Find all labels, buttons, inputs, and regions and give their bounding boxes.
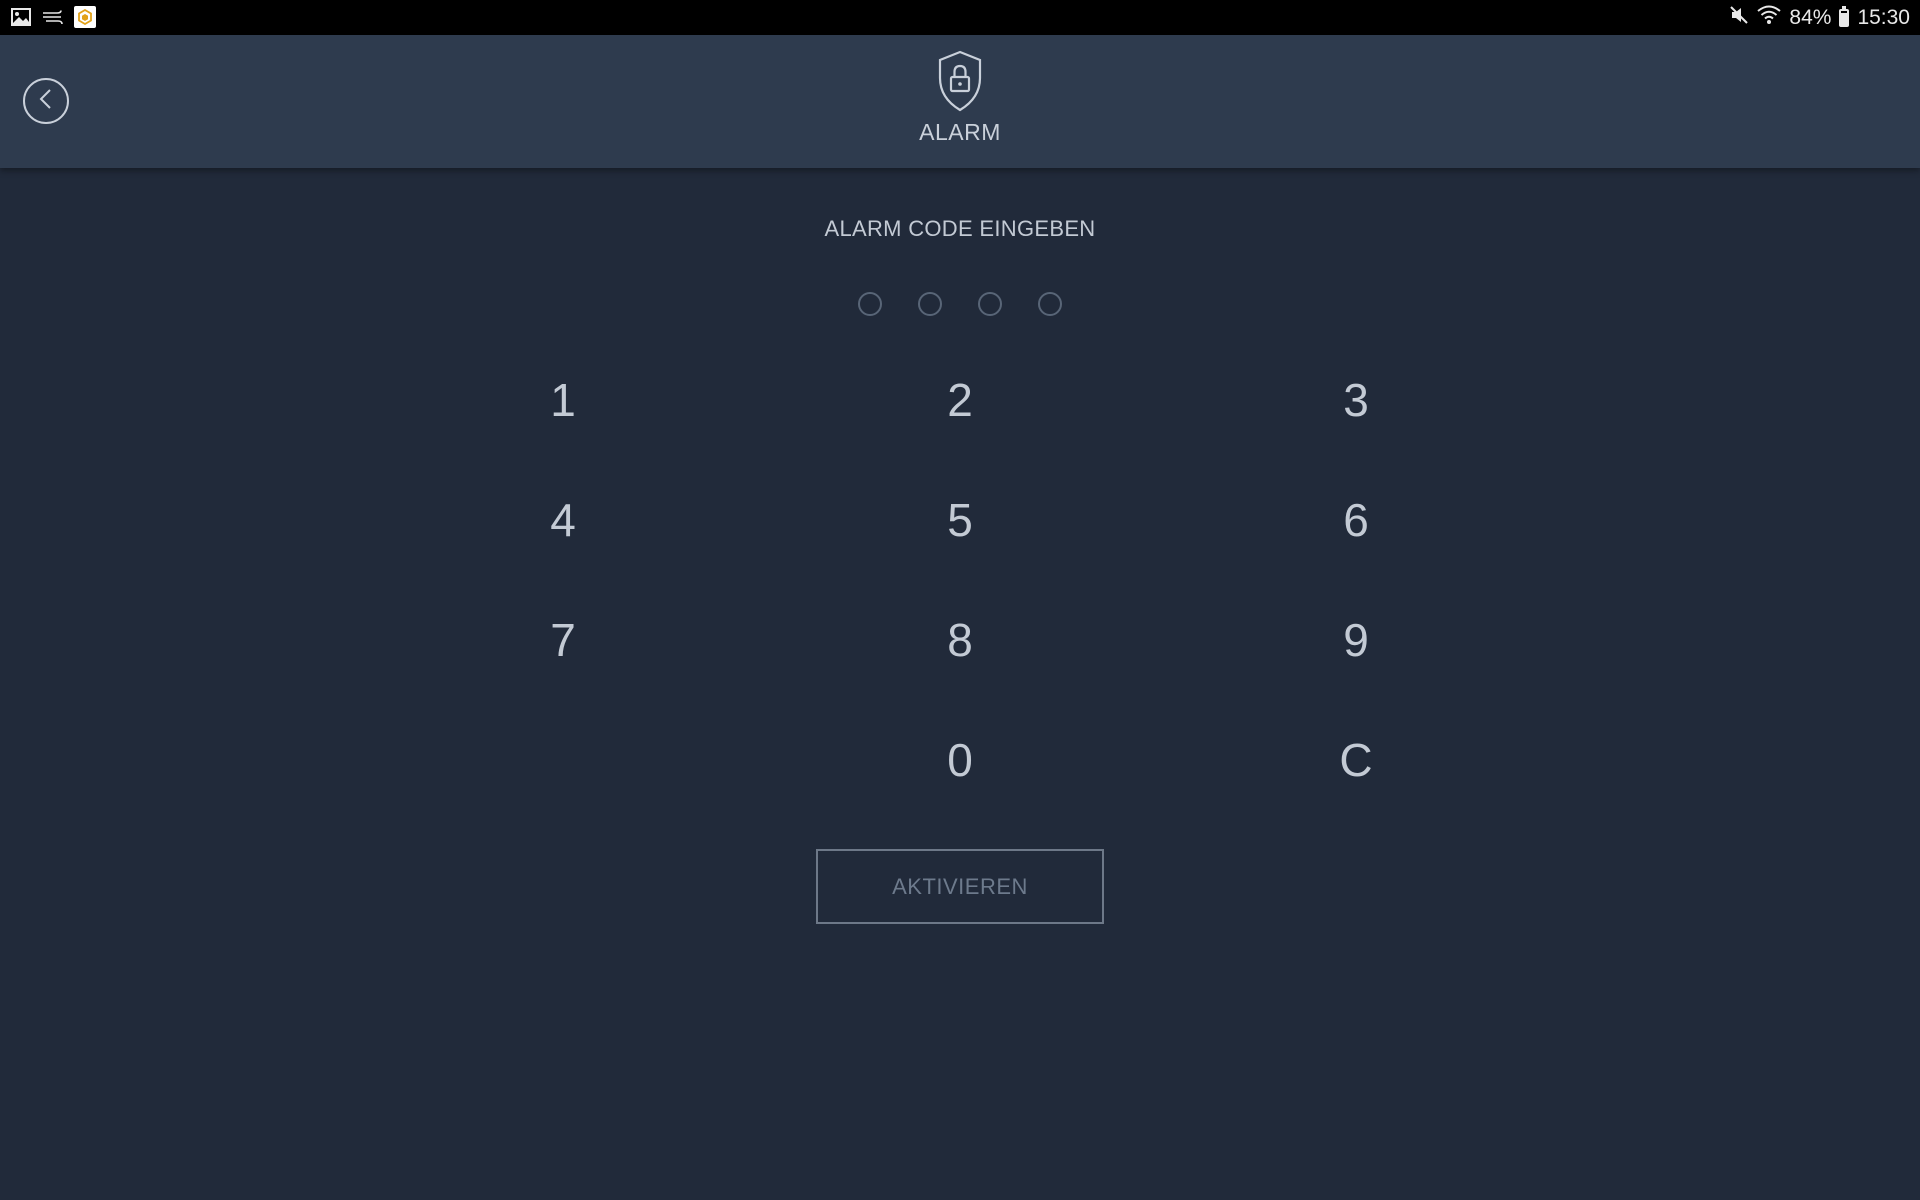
header-center: ALARM [0,50,1920,146]
key-0[interactable]: 0 [890,710,1030,810]
header-bar: ALARM [0,35,1920,168]
page-title: ALARM [919,119,1001,145]
wifi-icon [1757,5,1782,31]
code-dot [918,292,942,316]
key-9[interactable]: 9 [1286,590,1426,690]
code-dot [858,292,882,316]
key-6[interactable]: 6 [1286,470,1426,570]
key-1[interactable]: 1 [493,350,633,450]
status-bar-left [10,6,96,28]
code-dot [1038,292,1062,316]
status-bar: 84% 15:30 [0,0,1920,35]
status-bar-right: 84% 15:30 [1729,0,1910,35]
shield-lock-icon [0,50,1920,112]
code-prompt: ALARM CODE EINGEBEN [824,216,1096,241]
keypad: 1 2 3 4 5 6 7 8 9 0 C [0,0,1920,1200]
key-5[interactable]: 5 [890,470,1030,570]
wind-icon [42,6,64,28]
battery-percent: 84% [1789,5,1832,29]
key-clear[interactable]: C [1286,710,1426,810]
code-indicator [858,292,1062,316]
key-4[interactable]: 4 [493,470,633,570]
mute-icon [1729,5,1749,31]
app-icon [74,6,96,28]
gallery-icon [10,6,32,28]
battery-icon [1839,5,1850,27]
key-2[interactable]: 2 [890,350,1030,450]
clock: 15:30 [1857,5,1910,29]
key-8[interactable]: 8 [890,590,1030,690]
key-7[interactable]: 7 [493,590,633,690]
key-3[interactable]: 3 [1286,350,1426,450]
code-dot [978,292,1002,316]
activate-button[interactable]: AKTIVIEREN [816,849,1104,924]
